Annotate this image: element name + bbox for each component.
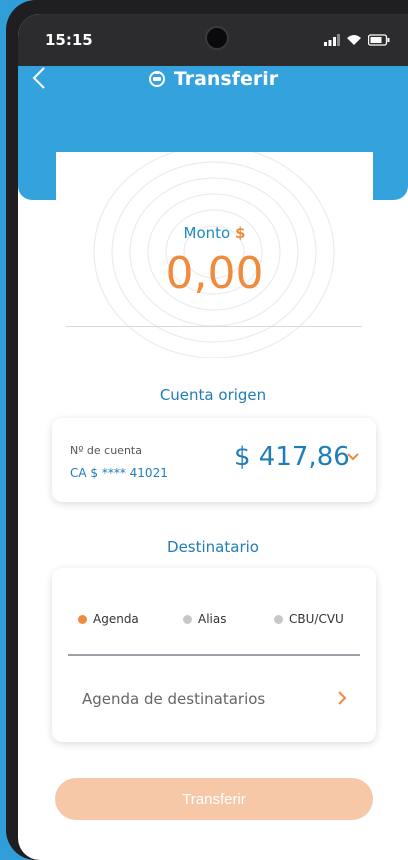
chevron-down-icon	[347, 453, 359, 461]
status-bar: 15:15	[18, 14, 408, 66]
header-title-group: Transferir	[18, 68, 408, 90]
page-title: Transferir	[173, 68, 279, 90]
status-icons	[324, 34, 390, 46]
account-number-label: Nº de cuenta	[70, 444, 142, 457]
destination-section-title: Destinatario	[167, 538, 259, 556]
option-label: CBU/CVU	[289, 612, 344, 626]
option-label: Agenda	[93, 612, 139, 626]
app-screen: 15:15 Transferir Monto $ 0,00 Cuenta ori…	[18, 14, 408, 860]
option-cbu-cvu[interactable]: CBU/CVU	[274, 612, 344, 626]
agenda-label: Agenda de destinatarios	[82, 690, 266, 708]
option-agenda[interactable]: Agenda	[78, 612, 139, 626]
transfer-icon	[148, 71, 165, 87]
battery-icon	[368, 34, 390, 46]
agenda-row[interactable]: Agenda de destinatarios	[52, 668, 376, 724]
wifi-icon	[347, 35, 361, 45]
chevron-right-icon	[338, 691, 347, 705]
currency-symbol: $	[235, 224, 246, 242]
amount-underline	[66, 326, 362, 327]
amount-input[interactable]: 0,00	[56, 248, 373, 299]
status-time: 15:15	[45, 31, 93, 49]
radio-dot	[274, 614, 283, 624]
option-label: Alias	[198, 612, 227, 626]
destination-divider	[68, 654, 360, 656]
destination-card: Agenda Alias CBU/CVU Agenda de destinata…	[52, 568, 376, 742]
account-balance: $ 417,86	[234, 442, 350, 472]
camera-cutout	[205, 26, 229, 50]
amount-label-text: Monto	[183, 224, 231, 242]
radio-dot	[183, 614, 192, 624]
account-number: CA $ **** 41021	[70, 466, 168, 480]
option-alias[interactable]: Alias	[183, 612, 226, 626]
transfer-button[interactable]: Transferir	[55, 778, 373, 820]
destination-type-options: Agenda Alias CBU/CVU	[52, 612, 376, 632]
amount-card: Monto $ 0,00	[56, 152, 373, 358]
radio-dot	[78, 614, 87, 624]
origin-section-title: Cuenta origen	[159, 386, 267, 404]
amount-label: Monto $	[56, 224, 373, 242]
signal-icon	[324, 34, 340, 46]
origin-account-selector[interactable]: Nº de cuenta CA $ **** 41021 $ 417,86	[52, 418, 376, 502]
